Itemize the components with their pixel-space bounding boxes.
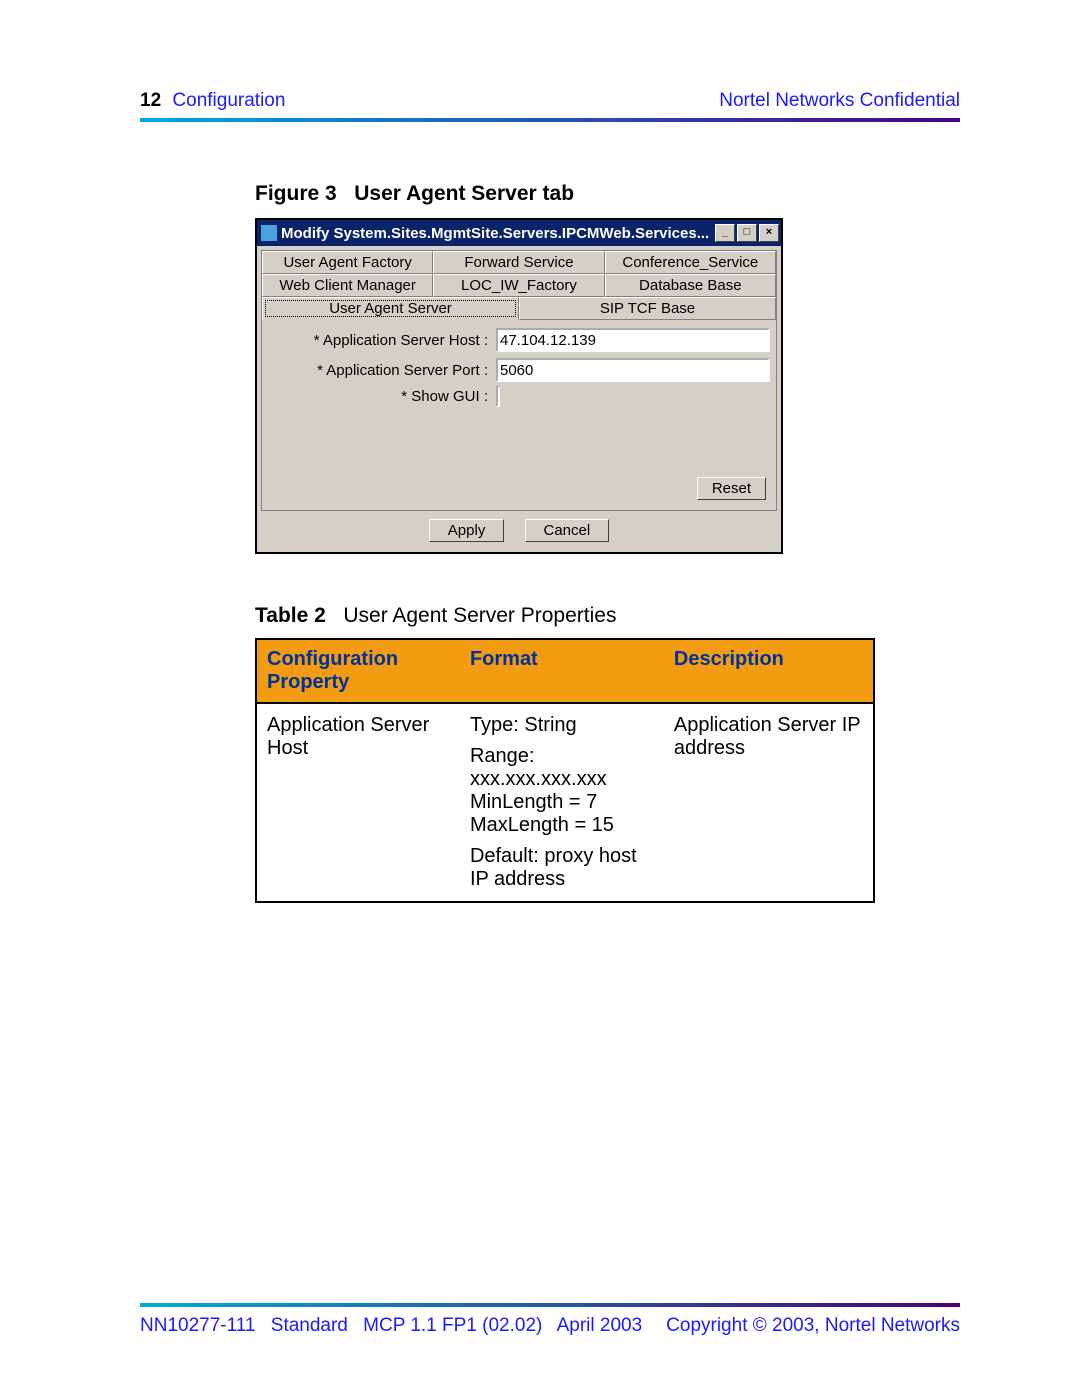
section-name: Configuration [172,90,285,111]
confidential-notice: Nortel Networks Confidential [719,90,960,112]
standard-label: Standard [271,1315,348,1336]
maximize-button[interactable]: □ [737,224,757,242]
apply-button[interactable]: Apply [429,519,505,542]
tab-conference-service[interactable]: Conference_Service [605,251,776,274]
app-host-input[interactable] [496,328,770,352]
page-footer: NN10277-111 Standard MCP 1.1 FP1 (02.02)… [140,1303,960,1337]
format-range-label: Range: [470,745,654,768]
tab-sip-tcf-base[interactable]: SIP TCF Base [519,297,776,320]
cell-property: Application Server Host [256,703,460,902]
reset-button[interactable]: Reset [697,477,766,500]
footer-date: April 2003 [557,1315,643,1336]
tab-loc-iw-factory[interactable]: LOC_IW_Factory [433,274,604,297]
titlebar[interactable]: Modify System.Sites.MgmtSite.Servers.IPC… [257,220,781,246]
close-button[interactable]: × [759,224,779,242]
cell-format: Type: String Range: xxx.xxx.xxx.xxx MinL… [460,703,664,902]
page-header: 12 Configuration Nortel Networks Confide… [140,90,960,112]
footer-rule [140,1303,960,1307]
tab-row-2: Web Client Manager LOC_IW_Factory Databa… [262,274,776,297]
dialog-window: Modify System.Sites.MgmtSite.Servers.IPC… [255,218,783,554]
tab-forward-service[interactable]: Forward Service [433,251,604,274]
tab-row-1: User Agent Factory Forward Service Confe… [262,251,776,274]
table-title: User Agent Server Properties [343,604,616,627]
show-gui-label: * Show GUI : [268,388,496,405]
app-icon [261,225,277,241]
doc-id: NN10277-111 [140,1315,255,1336]
tab-panel: * Application Server Host : * Applicatio… [262,320,776,510]
figure-caption: Figure 3 User Agent Server tab [255,182,960,206]
copyright: Copyright © 2003, Nortel Networks [666,1315,960,1337]
cell-description: Application Server IP address [664,703,874,902]
tab-user-agent-server[interactable]: User Agent Server [262,297,519,320]
format-default: Default: proxy host IP address [470,845,654,891]
tab-row-3: User Agent Server SIP TCF Base [262,297,776,320]
app-port-label: * Application Server Port : [268,362,496,379]
release: MCP 1.1 FP1 (02.02) [363,1315,542,1336]
col-config-property: Configuration Property [256,639,460,703]
app-port-input[interactable] [496,358,770,382]
format-range-pattern: xxx.xxx.xxx.xxx [470,768,654,791]
format-minlen: MinLength = 7 [470,791,654,814]
figure-label: Figure 3 [255,182,337,205]
table-row: Application Server Host Type: String Ran… [256,703,874,902]
tab-database-base[interactable]: Database Base [605,274,776,297]
col-format: Format [460,639,664,703]
window-title: Modify System.Sites.MgmtSite.Servers.IPC… [281,225,709,242]
figure-title: User Agent Server tab [354,182,574,205]
app-host-label: * Application Server Host : [268,332,496,349]
tab-web-client-manager[interactable]: Web Client Manager [262,274,433,297]
table-label: Table 2 [255,604,326,627]
properties-table: Configuration Property Format Descriptio… [255,638,875,903]
format-maxlen: MaxLength = 15 [470,814,654,837]
cancel-button[interactable]: Cancel [525,519,610,542]
col-description: Description [664,639,874,703]
page-number: 12 [140,90,161,111]
minimize-button[interactable]: _ [715,224,735,242]
table-caption: Table 2 User Agent Server Properties [255,604,960,628]
header-rule [140,118,960,122]
format-type: Type: String [470,714,654,737]
tab-user-agent-factory[interactable]: User Agent Factory [262,251,433,274]
show-gui-checkbox[interactable] [496,386,500,407]
